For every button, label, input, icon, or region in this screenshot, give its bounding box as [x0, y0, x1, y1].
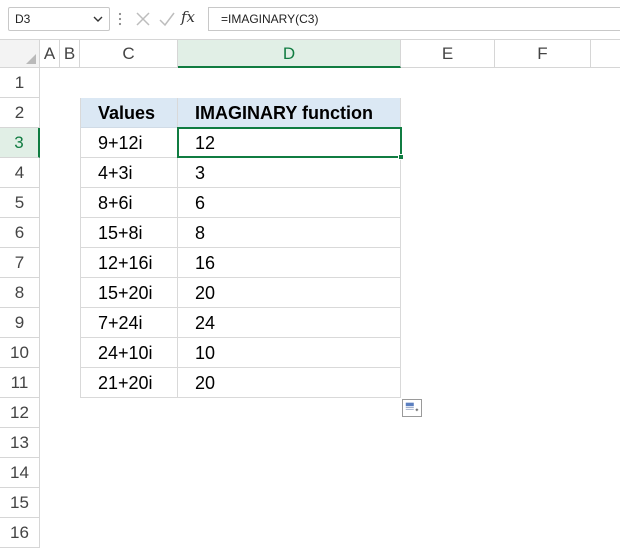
table-cell-value[interactable]: 9+12i [80, 128, 178, 158]
table-cell-value[interactable]: 8+6i [80, 188, 178, 218]
table-cell-value[interactable]: 21+20i [80, 368, 178, 398]
row-header-7[interactable]: 7 [0, 248, 40, 278]
formula-input[interactable]: =IMAGINARY(C3) [208, 7, 620, 31]
formula-bar: D3 fx =IMAGINARY(C3) [0, 0, 620, 38]
name-box-value: D3 [15, 12, 31, 26]
row-header-5[interactable]: 5 [0, 188, 40, 218]
row-header-15[interactable]: 15 [0, 488, 40, 518]
name-box[interactable]: D3 [8, 7, 110, 31]
table-cell-result[interactable]: 20 [178, 368, 401, 398]
table-cell-result[interactable]: 24 [178, 308, 401, 338]
table-header-imaginary[interactable]: IMAGINARY function [178, 98, 401, 128]
chevron-down-icon[interactable] [93, 12, 103, 26]
column-header-e[interactable]: E [401, 40, 495, 68]
table-cell-value[interactable]: 7+24i [80, 308, 178, 338]
column-header-next[interactable] [591, 40, 620, 68]
table-cell-value[interactable]: 15+8i [80, 218, 178, 248]
column-header-f[interactable]: F [495, 40, 591, 68]
row-header-1[interactable]: 1 [0, 68, 40, 98]
fill-handle[interactable] [398, 154, 404, 160]
table-cell-value[interactable]: 4+3i [80, 158, 178, 188]
table-cell-result[interactable]: 10 [178, 338, 401, 368]
row-header-10[interactable]: 10 [0, 338, 40, 368]
row-header-14[interactable]: 14 [0, 458, 40, 488]
column-header-d[interactable]: D [178, 40, 401, 68]
close-icon[interactable] [133, 9, 153, 29]
row-header-13[interactable]: 13 [0, 428, 40, 458]
row-header-8[interactable]: 8 [0, 278, 40, 308]
row-header-4[interactable]: 4 [0, 158, 40, 188]
row-header-3[interactable]: 3 [0, 128, 40, 158]
row-header-16[interactable]: 16 [0, 518, 40, 548]
row-header-11[interactable]: 11 [0, 368, 40, 398]
row-header-12[interactable]: 12 [0, 398, 40, 428]
column-header-a[interactable]: A [40, 40, 60, 68]
table-cell-value[interactable]: 24+10i [80, 338, 178, 368]
table-cell-result[interactable]: 6 [178, 188, 401, 218]
table-cell-result[interactable]: 20 [178, 278, 401, 308]
check-icon[interactable] [157, 9, 177, 29]
table-cell-result[interactable]: 3 [178, 158, 401, 188]
active-cell-selection[interactable] [177, 127, 404, 160]
row-header-6[interactable]: 6 [0, 218, 40, 248]
table-header-values[interactable]: Values [80, 98, 178, 128]
row-header-2[interactable]: 2 [0, 98, 40, 128]
column-header-row: A B C D E F [0, 39, 620, 68]
column-header-c[interactable]: C [80, 40, 178, 68]
table-cell-result[interactable]: 16 [178, 248, 401, 278]
row-header-9[interactable]: 9 [0, 308, 40, 338]
table-cell-result[interactable]: 8 [178, 218, 401, 248]
quick-analysis-icon[interactable] [402, 399, 422, 417]
column-header-b[interactable]: B [60, 40, 80, 68]
formula-bar-resize-handle[interactable] [118, 11, 122, 27]
select-all-icon [26, 54, 36, 64]
table-cell-value[interactable]: 15+20i [80, 278, 178, 308]
function-icon[interactable]: fx [181, 8, 201, 28]
select-all-button[interactable] [0, 40, 40, 68]
formula-text: =IMAGINARY(C3) [221, 12, 319, 26]
table-cell-value[interactable]: 12+16i [80, 248, 178, 278]
